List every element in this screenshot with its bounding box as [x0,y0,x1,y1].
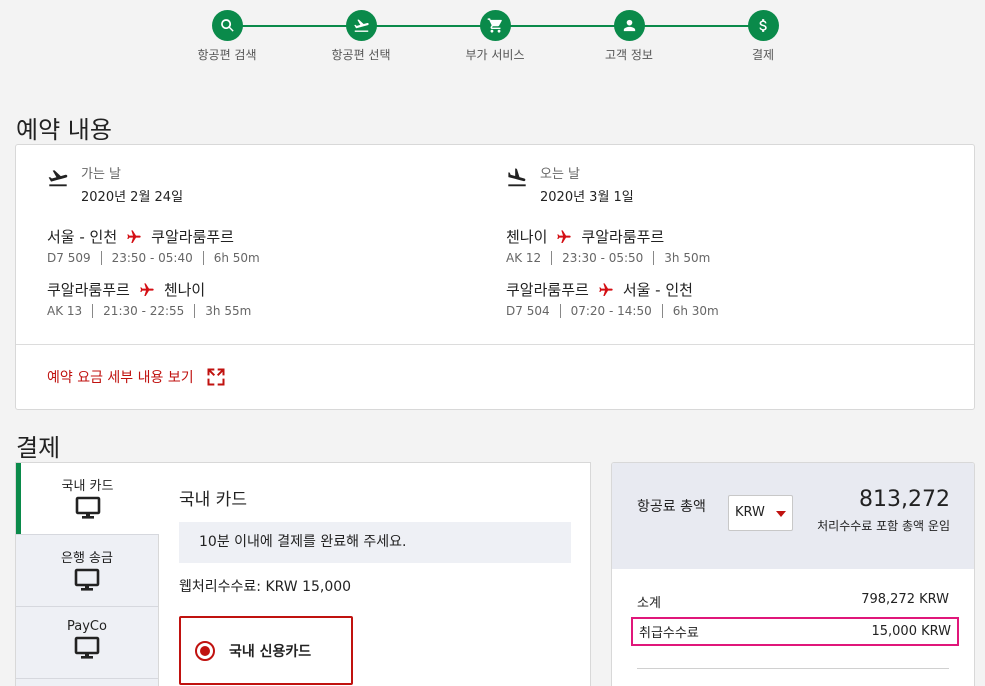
flight-time: 23:50 - 05:40 [100,251,203,265]
step-payment[interactable]: 결제 [696,10,830,63]
plane-takeoff-icon [345,10,377,41]
step-extra-services[interactable]: 부가 서비스 [428,10,562,63]
step-customer-info[interactable]: 고객 정보 [562,10,696,63]
plane-departure-icon [48,170,68,187]
route-from: 첸나이 [506,228,548,246]
tab-label: PayCo [67,619,107,634]
expand-icon [207,368,225,386]
subtotal-value: 798,272 KRW [861,592,949,607]
leg-kind: 가는 날 [81,167,122,182]
plane-arrival-icon [508,168,526,187]
selected-radio[interactable] [195,640,215,661]
inbound-leg: 오는 날 2020년 3월 1일 첸나이 쿠알라룸푸르 AK 12 23:30 … [506,163,946,318]
route-segment: 쿠알라룸푸르 첸나이 AK 13 21:30 - 22:55 3h 55m [47,279,487,318]
plane-icon [599,282,613,296]
web-fee-text: 웹처리수수료: KRW 15,000 [179,579,352,595]
time-limit-notice: 10분 이내에 결제를 완료해 주세요. [179,522,571,563]
flight-duration: 6h 50m [202,251,270,265]
tab-label: 국내 카드 [61,479,114,494]
step-label: 항공편 검색 [197,48,257,62]
route-from: 쿠알라룸푸르 [506,281,589,299]
step-label: 항공편 선택 [331,48,391,62]
tab-label: 은행 송금 [61,551,113,566]
fee-value: 15,000 KRW [871,624,951,639]
route-segment: 첸나이 쿠알라룸푸르 AK 12 23:30 - 05:50 3h 50m [506,226,946,265]
plane-icon [127,229,141,243]
flight-duration: 6h 30m [661,304,729,318]
step-label: 고객 정보 [605,48,653,62]
monitor-icon [74,568,100,591]
outbound-leg: 가는 날 2020년 2월 24일 서울 - 인천 쿠알라룸푸르 D7 509 … [47,163,487,318]
summary-header: 항공료 총액 KRW 813,272 처리수수료 포함 총액 운임 [612,463,974,569]
search-icon [211,10,243,41]
flight-duration: 3h 55m [194,304,261,318]
currency-value: KRW [735,505,765,520]
total-amount: 813,272 [859,487,950,512]
leg-kind: 오는 날 [540,167,581,182]
route-to: 서울 - 인천 [622,281,693,299]
leg-date: 2020년 2월 24일 [81,190,184,205]
user-icon [613,10,645,41]
fare-details-label: 예약 요금 세부 내용 보기 [47,370,194,386]
flight-number: AK 12 [506,251,542,265]
flight-time: 21:30 - 22:55 [92,304,194,318]
payment-panel-title: 국내 카드 [179,490,247,510]
payment-content: 국내 카드 10분 이내에 결제를 완료해 주세요. 웹처리수수료: KRW 1… [179,485,571,685]
progress-stepper: 항공편 검색 항공편 선택 부가 서비스 고객 정보 결제 [160,10,830,70]
flight-time: 23:30 - 05:50 [551,251,653,265]
flight-duration: 3h 50m [653,251,720,265]
tab-payco[interactable]: PayCo [16,607,158,679]
route-to: 쿠알라룸푸르 [151,228,234,246]
subtotal-row: 소계 798,272 KRW [637,592,949,611]
flight-number: D7 504 [506,304,550,318]
step-label: 결제 [751,48,775,62]
subtotal-label: 소계 [637,596,661,611]
card-option-label: 국내 신용카드 [229,643,312,660]
route-from: 쿠알라룸푸르 [47,281,130,299]
itinerary-card: 가는 날 2020년 2월 24일 서울 - 인천 쿠알라룸푸르 D7 509 … [15,144,975,410]
route-to: 쿠알라룸푸르 [581,228,665,246]
total-label: 항공료 총액 [637,499,706,515]
dollar-icon [747,10,779,41]
step-flight-search[interactable]: 항공편 검색 [160,10,294,63]
flight-number: AK 13 [47,304,83,318]
flight-time: 07:20 - 14:50 [559,304,662,318]
currency-select[interactable]: KRW [728,495,793,531]
tab-domestic-card[interactable]: 국내 카드 [16,463,159,535]
cart-icon [479,10,511,41]
total-subtitle: 처리수수료 포함 총액 운임 [817,519,950,533]
plane-icon [140,282,154,296]
leg-date: 2020년 3월 1일 [540,190,634,205]
price-summary: 항공료 총액 KRW 813,272 처리수수료 포함 총액 운임 소계 798… [611,462,975,686]
monitor-icon [74,636,100,659]
payment-title: 결제 [16,434,61,462]
caret-down-icon [776,511,786,517]
summary-divider [637,668,949,669]
route-segment: 서울 - 인천 쿠알라룸푸르 D7 509 23:50 - 05:40 6h 5… [47,226,487,265]
flight-number: D7 509 [47,251,91,265]
step-flight-select[interactable]: 항공편 선택 [294,10,428,63]
step-label: 부가 서비스 [465,48,525,62]
tab-bank-transfer[interactable]: 은행 송금 [16,535,158,607]
payment-method-tabs: 국내 카드 은행 송금 PayCo [16,463,159,686]
fare-details-link[interactable]: 예약 요금 세부 내용 보기 [47,367,226,387]
handling-fee-row: 취급수수료 15,000 KRW [631,617,959,646]
monitor-icon [75,496,100,519]
route-from: 서울 - 인천 [47,228,118,246]
reservation-title: 예약 내용 [16,116,112,144]
plane-icon [557,229,572,243]
route-segment: 쿠알라룸푸르 서울 - 인천 D7 504 07:20 - 14:50 6h 3… [506,279,946,318]
payment-panel: 국내 카드 은행 송금 PayCo 국내 카드 10분 이내에 결제를 완료해 … [15,462,591,686]
domestic-credit-card-option[interactable]: 국내 신용카드 [179,616,353,685]
route-to: 첸나이 [163,281,206,299]
fee-label: 취급수수료 [639,626,699,641]
card-divider [16,344,974,345]
